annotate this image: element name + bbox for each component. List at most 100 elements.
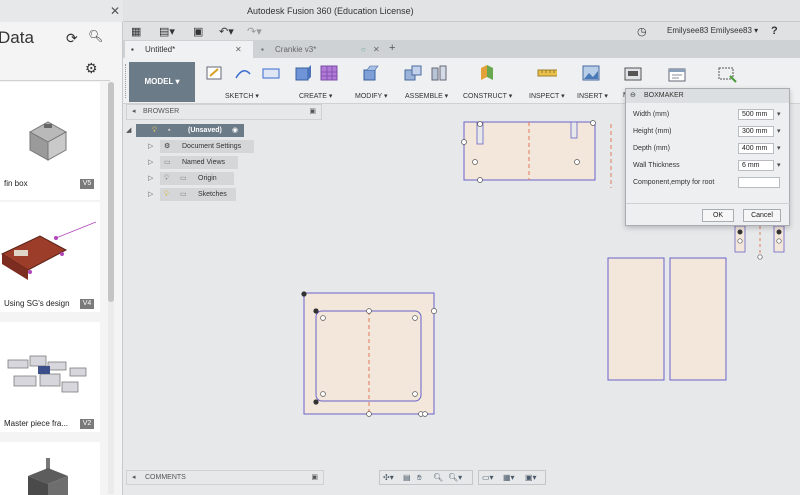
extrude-icon[interactable] [293, 64, 313, 82]
look-at-icon[interactable]: ▤ [403, 473, 411, 482]
data-item[interactable]: Using SG's design V4 [0, 202, 100, 312]
workspace-switcher[interactable]: MODEL ▾ [129, 62, 195, 102]
design-thumbnail [0, 221, 97, 280]
collapse-icon[interactable]: ◂ [132, 105, 136, 119]
sketch-side-panel-right[interactable] [669, 257, 727, 381]
width-unit-dropdown[interactable]: ▾ [777, 110, 781, 118]
gear-icon[interactable]: ⚙ [85, 60, 98, 77]
browser-item-origin[interactable]: ▷ 💡︎ ▭ Origin [148, 172, 258, 185]
new-component-icon[interactable] [403, 64, 423, 82]
insert-image-icon[interactable] [581, 64, 601, 82]
help-icon[interactable]: ? [771, 25, 778, 37]
browser-header[interactable]: ◂ BROWSER ▣ [126, 104, 322, 120]
expand-arrow-icon[interactable]: ▷ [148, 156, 153, 169]
expand-arrow-icon[interactable]: ▷ [148, 140, 153, 153]
search-icon[interactable]: 🔍︎ [88, 29, 103, 43]
sketch-bottom-panel[interactable] [301, 291, 437, 417]
display-settings-icon[interactable]: ▭▾ [482, 473, 494, 482]
new-tab-icon[interactable]: + [389, 42, 395, 54]
orbit-icon[interactable]: ✣▾ [383, 473, 394, 482]
clock-icon[interactable]: ◷ [637, 25, 647, 38]
inspect-group[interactable]: INSPECT ▾ [527, 62, 567, 102]
height-input[interactable]: 300 mm [738, 126, 774, 137]
data-item[interactable]: fin box V5 [0, 82, 100, 200]
wall-thickness-unit-dropdown[interactable]: ▾ [777, 161, 781, 169]
3d-print-icon[interactable] [623, 64, 643, 82]
offset-plane-icon[interactable] [477, 64, 497, 82]
tab-close-icon[interactable]: ✕ [235, 41, 242, 58]
pin-icon[interactable]: ▣ [309, 105, 316, 119]
grid-settings-icon[interactable]: ▦▾ [503, 473, 515, 482]
create-sketch-icon[interactable] [205, 64, 225, 82]
version-badge: V4 [80, 299, 94, 309]
browser-item-named-views[interactable]: ▷ ▭ Named Views [148, 156, 258, 169]
grid-menu-icon[interactable]: ▦ [131, 25, 141, 38]
refresh-icon[interactable]: ⟳ [66, 30, 78, 47]
sketch-top-panel[interactable] [461, 120, 596, 183]
zoom-window-icon[interactable]: 🔍︎▾ [448, 473, 462, 482]
tab-close-icon[interactable]: ✕ [373, 41, 380, 58]
component-label: Component,empty for root [633, 179, 715, 186]
browser-item-document-settings[interactable]: ▷ ⚙ Document Settings [148, 140, 258, 153]
assemble-group[interactable]: ASSEMBLE ▾ [401, 62, 459, 102]
cancel-button[interactable]: Cancel [743, 209, 781, 222]
depth-input[interactable]: 400 mm [738, 143, 774, 154]
collapse-icon[interactable]: ◂ [132, 471, 136, 485]
pan-icon[interactable]: ✋︎ [417, 473, 422, 483]
undo-icon[interactable]: ↶▾ [219, 25, 234, 38]
sketch-side-panel-left[interactable] [607, 257, 665, 381]
component-input[interactable] [738, 177, 780, 188]
wall-thickness-label: Wall Thickness [633, 162, 680, 169]
zoom-icon[interactable]: 🔍︎ [433, 473, 443, 482]
document-icon: ▪ [261, 45, 264, 54]
construct-group[interactable]: CONSTRUCT ▾ [463, 62, 519, 102]
component-icon: ▪ [168, 127, 171, 134]
wall-thickness-input[interactable]: 6 mm [738, 160, 774, 171]
width-input[interactable]: 500 mm [738, 109, 774, 120]
modify-group[interactable]: MODIFY ▾ [353, 62, 393, 102]
create-group[interactable]: CREATE ▾ [289, 62, 347, 102]
scrollbar-thumb[interactable] [108, 82, 114, 302]
redo-icon[interactable]: ↷▾ [247, 25, 262, 38]
close-panel-icon[interactable]: ✕ [110, 4, 120, 18]
comments-panel[interactable]: ◂ COMMENTS ▣ [126, 470, 324, 485]
grip-handle[interactable] [125, 64, 128, 98]
expand-arrow-icon[interactable]: ◢ [126, 124, 131, 137]
select-icon[interactable] [717, 66, 739, 84]
dialog-header[interactable]: ⊖ BOXMAKER [626, 89, 789, 103]
pin-icon[interactable]: ▣ [311, 471, 318, 485]
save-icon[interactable]: ▣ [193, 25, 203, 38]
data-panel: Data ⟳ 🔍︎ ⚙ fin box V5 Using SG's design… [0, 22, 123, 495]
viewports-icon[interactable]: ▣▾ [525, 473, 537, 482]
expand-arrow-icon[interactable]: ▷ [148, 172, 153, 185]
user-menu[interactable]: Emilysee83 Emilysee83 ▾ [667, 26, 758, 35]
lightbulb-icon[interactable]: 💡︎ [164, 188, 169, 201]
scripts-addins-icon[interactable] [667, 66, 689, 84]
activate-radio-icon[interactable]: ◉ [232, 124, 238, 137]
lightbulb-icon[interactable]: 💡︎ [152, 124, 157, 137]
data-item[interactable]: Master piece fra... V2 [0, 322, 100, 432]
joint-icon[interactable] [429, 64, 449, 82]
height-unit-dropdown[interactable]: ▾ [777, 127, 781, 135]
browser-item-sketches[interactable]: ▷ 💡︎ ▭ Sketches [148, 188, 258, 201]
insert-group[interactable]: INSERT ▾ [575, 62, 615, 102]
tab-crankie[interactable]: Crankie v3* ▪ ○ ✕ [255, 41, 387, 58]
design-thumbnail [28, 458, 68, 495]
ok-button[interactable]: OK [702, 209, 734, 222]
browser-item-root[interactable]: ◢ 💡︎ ▪ (Unsaved) ◉ [126, 124, 248, 137]
press-pull-icon[interactable] [361, 64, 381, 82]
depth-unit-dropdown[interactable]: ▾ [777, 144, 781, 152]
file-menu-icon[interactable]: ▤▾ [159, 25, 175, 38]
collapse-icon[interactable]: ⊖ [630, 89, 636, 103]
lightbulb-off-icon[interactable]: 💡︎ [164, 172, 169, 185]
sketch-group[interactable]: SKETCH ▾ [203, 62, 283, 102]
expand-arrow-icon[interactable]: ▷ [148, 188, 153, 201]
form-icon[interactable] [319, 64, 339, 82]
divider [626, 203, 791, 204]
measure-icon[interactable] [537, 64, 557, 82]
line-icon[interactable] [233, 64, 253, 82]
sketch-side-tabs[interactable] [734, 225, 785, 260]
tab-untitled[interactable]: Untitled* ▪ ✕ [125, 41, 253, 58]
rectangle-icon[interactable] [261, 64, 281, 82]
data-item[interactable] [0, 442, 100, 495]
